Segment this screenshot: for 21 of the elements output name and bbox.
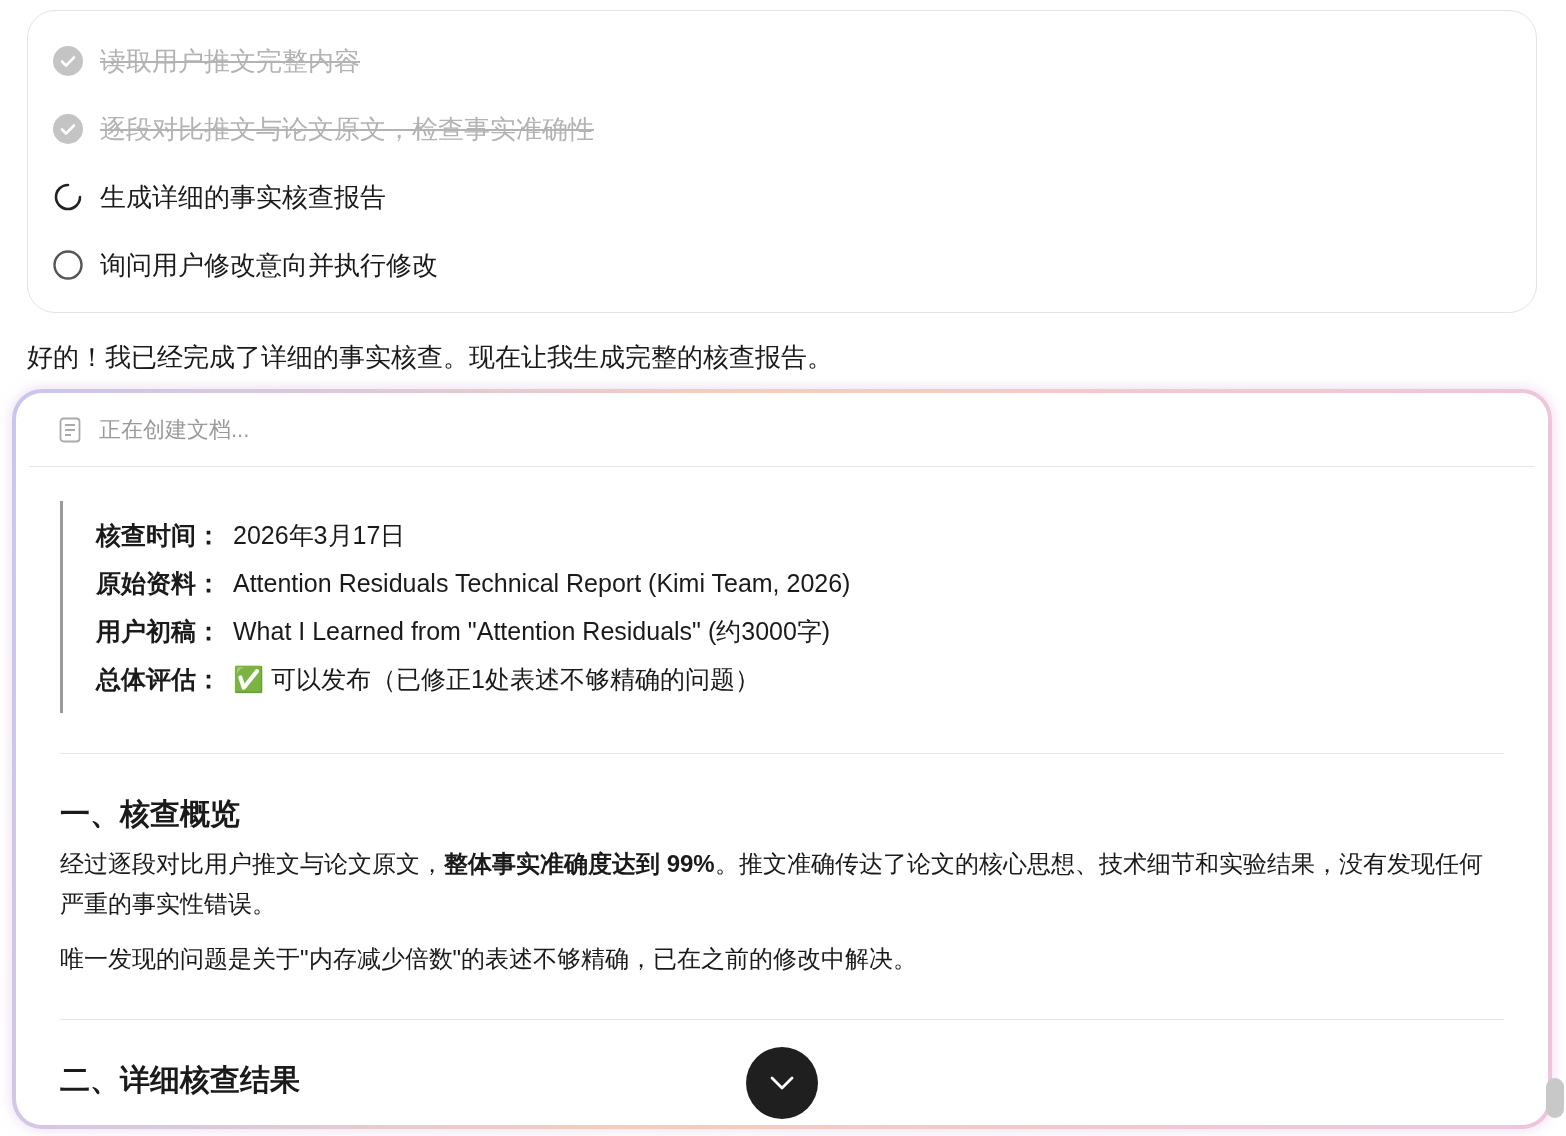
section-heading: 一、核查概览 [60,796,240,832]
task-label: 读取用户推文完整内容 [100,44,360,78]
assistant-message: 好的！我已经完成了详细的事实核查。现在让我生成完整的核查报告。 [26,341,834,374]
task-label: 逐段对比推文与论文原文，检查事实准确性 [100,112,594,146]
paragraph: 唯一发现的问题是关于"内存减少倍数"的表述不够精确，已在之前的修改中解决。 [60,944,919,974]
summary-value: Attention Residuals Technical Report (Kimi Team, 2026) [233,568,851,599]
task-label: 询问用户修改意向并执行修改 [100,248,438,282]
chevron-down-icon [770,1076,794,1090]
paragraph: 经过逐段对比用户推文与论文原文，整体事实准确度达到 99%。推文准确传达了论文的核心思想、技术细节和实验结果，没有发现任何严重的事实性错误。 [60,849,1484,919]
summary-value: What I Learned from "Attention Residuals" (约3000字) [233,616,831,647]
summary-label: 总体评估： [96,664,222,695]
summary-label: 核查时间： [96,520,222,551]
summary-value: ✅ 可以发布（已修正1处表述不够精确的问题） [233,664,760,695]
summary-value: 2026年3月17日 [233,520,406,551]
document-status: 正在创建文档... [99,416,250,444]
summary-label: 用户初稿： [96,616,222,647]
summary-label: 原始资料： [96,568,222,599]
task-label: 生成详细的事实核查报告 [100,180,386,214]
document-icon [59,416,81,443]
scrollbar-thumb[interactable] [1546,1078,1564,1118]
section-heading: 二、详细核查结果 [60,1062,300,1098]
